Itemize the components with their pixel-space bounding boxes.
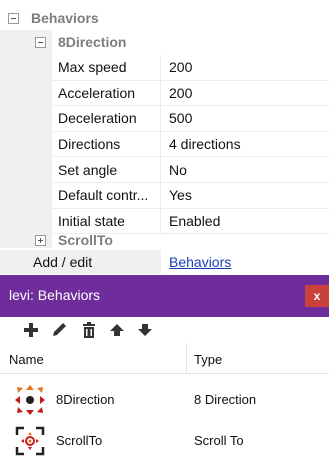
column-divider[interactable] <box>186 343 187 373</box>
close-icon: x <box>313 289 321 303</box>
behavior-name: 8Direction <box>56 392 115 407</box>
scrollto-group-title: ScrollTo <box>58 232 113 248</box>
property-label: Default contr... <box>52 182 161 208</box>
properties-gutter <box>0 30 52 248</box>
delete-trash-icon <box>83 322 95 338</box>
property-row-deceleration[interactable]: Deceleration 500 <box>52 106 329 132</box>
property-row-max-speed[interactable]: Max speed 200 <box>52 55 329 81</box>
property-label: Max speed <box>52 55 161 80</box>
delete-button[interactable] <box>80 321 98 339</box>
behavior-type: 8 Direction <box>194 392 257 407</box>
add-icon <box>24 323 38 337</box>
property-value[interactable]: 200 <box>161 59 192 75</box>
behaviors-list: Name Type 8Direction 8 Direction ScrollT… <box>0 343 329 458</box>
edit-button[interactable] <box>50 321 68 339</box>
property-row-default-controls[interactable]: Default contr... Yes <box>52 182 329 209</box>
edit-pencil-icon <box>53 323 66 336</box>
property-row-set-angle[interactable]: Set angle No <box>52 157 329 183</box>
close-button[interactable]: x <box>305 285 329 307</box>
property-row-acceleration[interactable]: Acceleration 200 <box>52 80 329 107</box>
list-item-scrollto[interactable]: ScrollTo Scroll To <box>0 423 329 459</box>
column-header-type[interactable]: Type <box>194 352 222 367</box>
property-value[interactable]: 500 <box>161 110 192 126</box>
behavior-type: Scroll To <box>194 433 244 448</box>
add-button[interactable] <box>22 321 40 339</box>
add-edit-row: Add / edit Behaviors <box>0 250 329 274</box>
property-rows: Max speed 200 Acceleration 200 Decelerat… <box>52 55 329 235</box>
property-value[interactable]: Enabled <box>161 213 220 229</box>
properties-panel: Behaviors 8Direction Max speed 200 Accel… <box>0 0 329 274</box>
property-row-directions[interactable]: Directions 4 directions <box>52 131 329 158</box>
expand-icon[interactable] <box>35 234 46 246</box>
behaviors-section-title: Behaviors <box>31 10 99 26</box>
dialog-titlebar[interactable]: levi: Behaviors x <box>0 275 329 317</box>
behaviors-section-header[interactable]: Behaviors <box>8 6 99 30</box>
property-value[interactable]: 200 <box>161 85 192 101</box>
behavior-name: ScrollTo <box>56 433 103 448</box>
property-label: Acceleration <box>52 80 161 106</box>
scrollto-group-header[interactable]: ScrollTo <box>35 228 113 252</box>
property-label: Directions <box>52 131 161 157</box>
collapse-icon[interactable] <box>35 36 46 48</box>
dialog-toolbar <box>0 317 329 343</box>
property-value[interactable]: No <box>161 162 187 178</box>
behaviors-link[interactable]: Behaviors <box>161 254 231 270</box>
property-label: Deceleration <box>52 106 161 131</box>
scrollto-icon <box>15 426 45 456</box>
dialog-title: levi: Behaviors <box>9 287 101 303</box>
property-label: Set angle <box>52 157 161 182</box>
add-edit-label: Add / edit <box>0 250 161 274</box>
8direction-group-header[interactable]: 8Direction <box>35 30 126 54</box>
move-up-button[interactable] <box>108 321 126 339</box>
column-header-name[interactable]: Name <box>9 352 44 367</box>
list-item-8direction[interactable]: 8Direction 8 Direction <box>0 382 329 418</box>
property-value[interactable]: 4 directions <box>161 136 241 152</box>
move-down-icon <box>138 324 152 336</box>
8direction-icon <box>15 385 45 415</box>
move-down-button[interactable] <box>136 321 154 339</box>
collapse-icon[interactable] <box>8 12 19 24</box>
list-header: Name Type <box>0 343 329 374</box>
property-value[interactable]: Yes <box>161 187 192 203</box>
8direction-group-title: 8Direction <box>58 34 127 50</box>
move-up-icon <box>110 324 124 336</box>
